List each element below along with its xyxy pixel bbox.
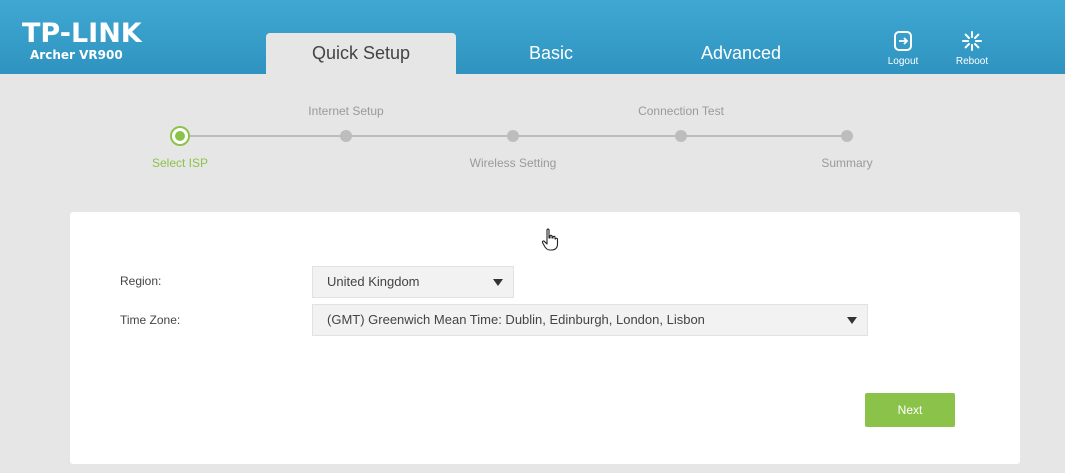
chevron-down-icon	[847, 317, 857, 324]
timezone-label: Time Zone:	[120, 313, 181, 327]
timezone-select[interactable]: (GMT) Greenwich Mean Time: Dublin, Edinb…	[312, 304, 868, 336]
step-label-wireless-setting: Wireless Setting	[469, 156, 557, 170]
hand-pointer-icon	[541, 228, 559, 251]
step-dot-select-isp	[170, 126, 190, 146]
reboot-button[interactable]: Reboot	[952, 30, 992, 67]
step-dot-internet-setup	[340, 130, 352, 142]
reboot-label: Reboot	[955, 56, 989, 67]
step-label-select-isp: Select ISP	[151, 156, 209, 170]
model-name: Archer VR900	[30, 48, 123, 62]
reboot-icon	[962, 31, 982, 51]
tab-quick-setup[interactable]: Quick Setup	[266, 33, 456, 74]
brand-logo: TP-LINK Archer VR900	[22, 20, 142, 62]
timezone-value: (GMT) Greenwich Mean Time: Dublin, Edinb…	[327, 312, 705, 327]
top-header: TP-LINK Archer VR900 Quick Setup Basic A…	[0, 0, 1065, 74]
step-dot-wireless-setting	[507, 130, 519, 142]
brand-name: TP-LINK	[22, 18, 142, 49]
region-select[interactable]: United Kingdom	[312, 266, 514, 298]
step-label-connection-test: Connection Test	[638, 104, 724, 118]
logout-icon	[894, 31, 912, 51]
logout-button[interactable]: Logout	[883, 30, 923, 67]
tab-advanced[interactable]: Advanced	[646, 33, 836, 74]
next-button[interactable]: Next	[865, 393, 955, 427]
step-label-summary: Summary	[821, 156, 873, 170]
region-value: United Kingdom	[327, 274, 420, 289]
step-dot-connection-test	[675, 130, 687, 142]
tab-basic[interactable]: Basic	[456, 33, 646, 74]
logout-label: Logout	[887, 56, 919, 67]
region-label: Region:	[120, 274, 162, 288]
setup-progress: Select ISP Internet Setup Wireless Setti…	[0, 74, 1065, 204]
step-dot-summary	[841, 130, 853, 142]
step-label-internet-setup: Internet Setup	[308, 104, 384, 118]
chevron-down-icon	[493, 279, 503, 286]
